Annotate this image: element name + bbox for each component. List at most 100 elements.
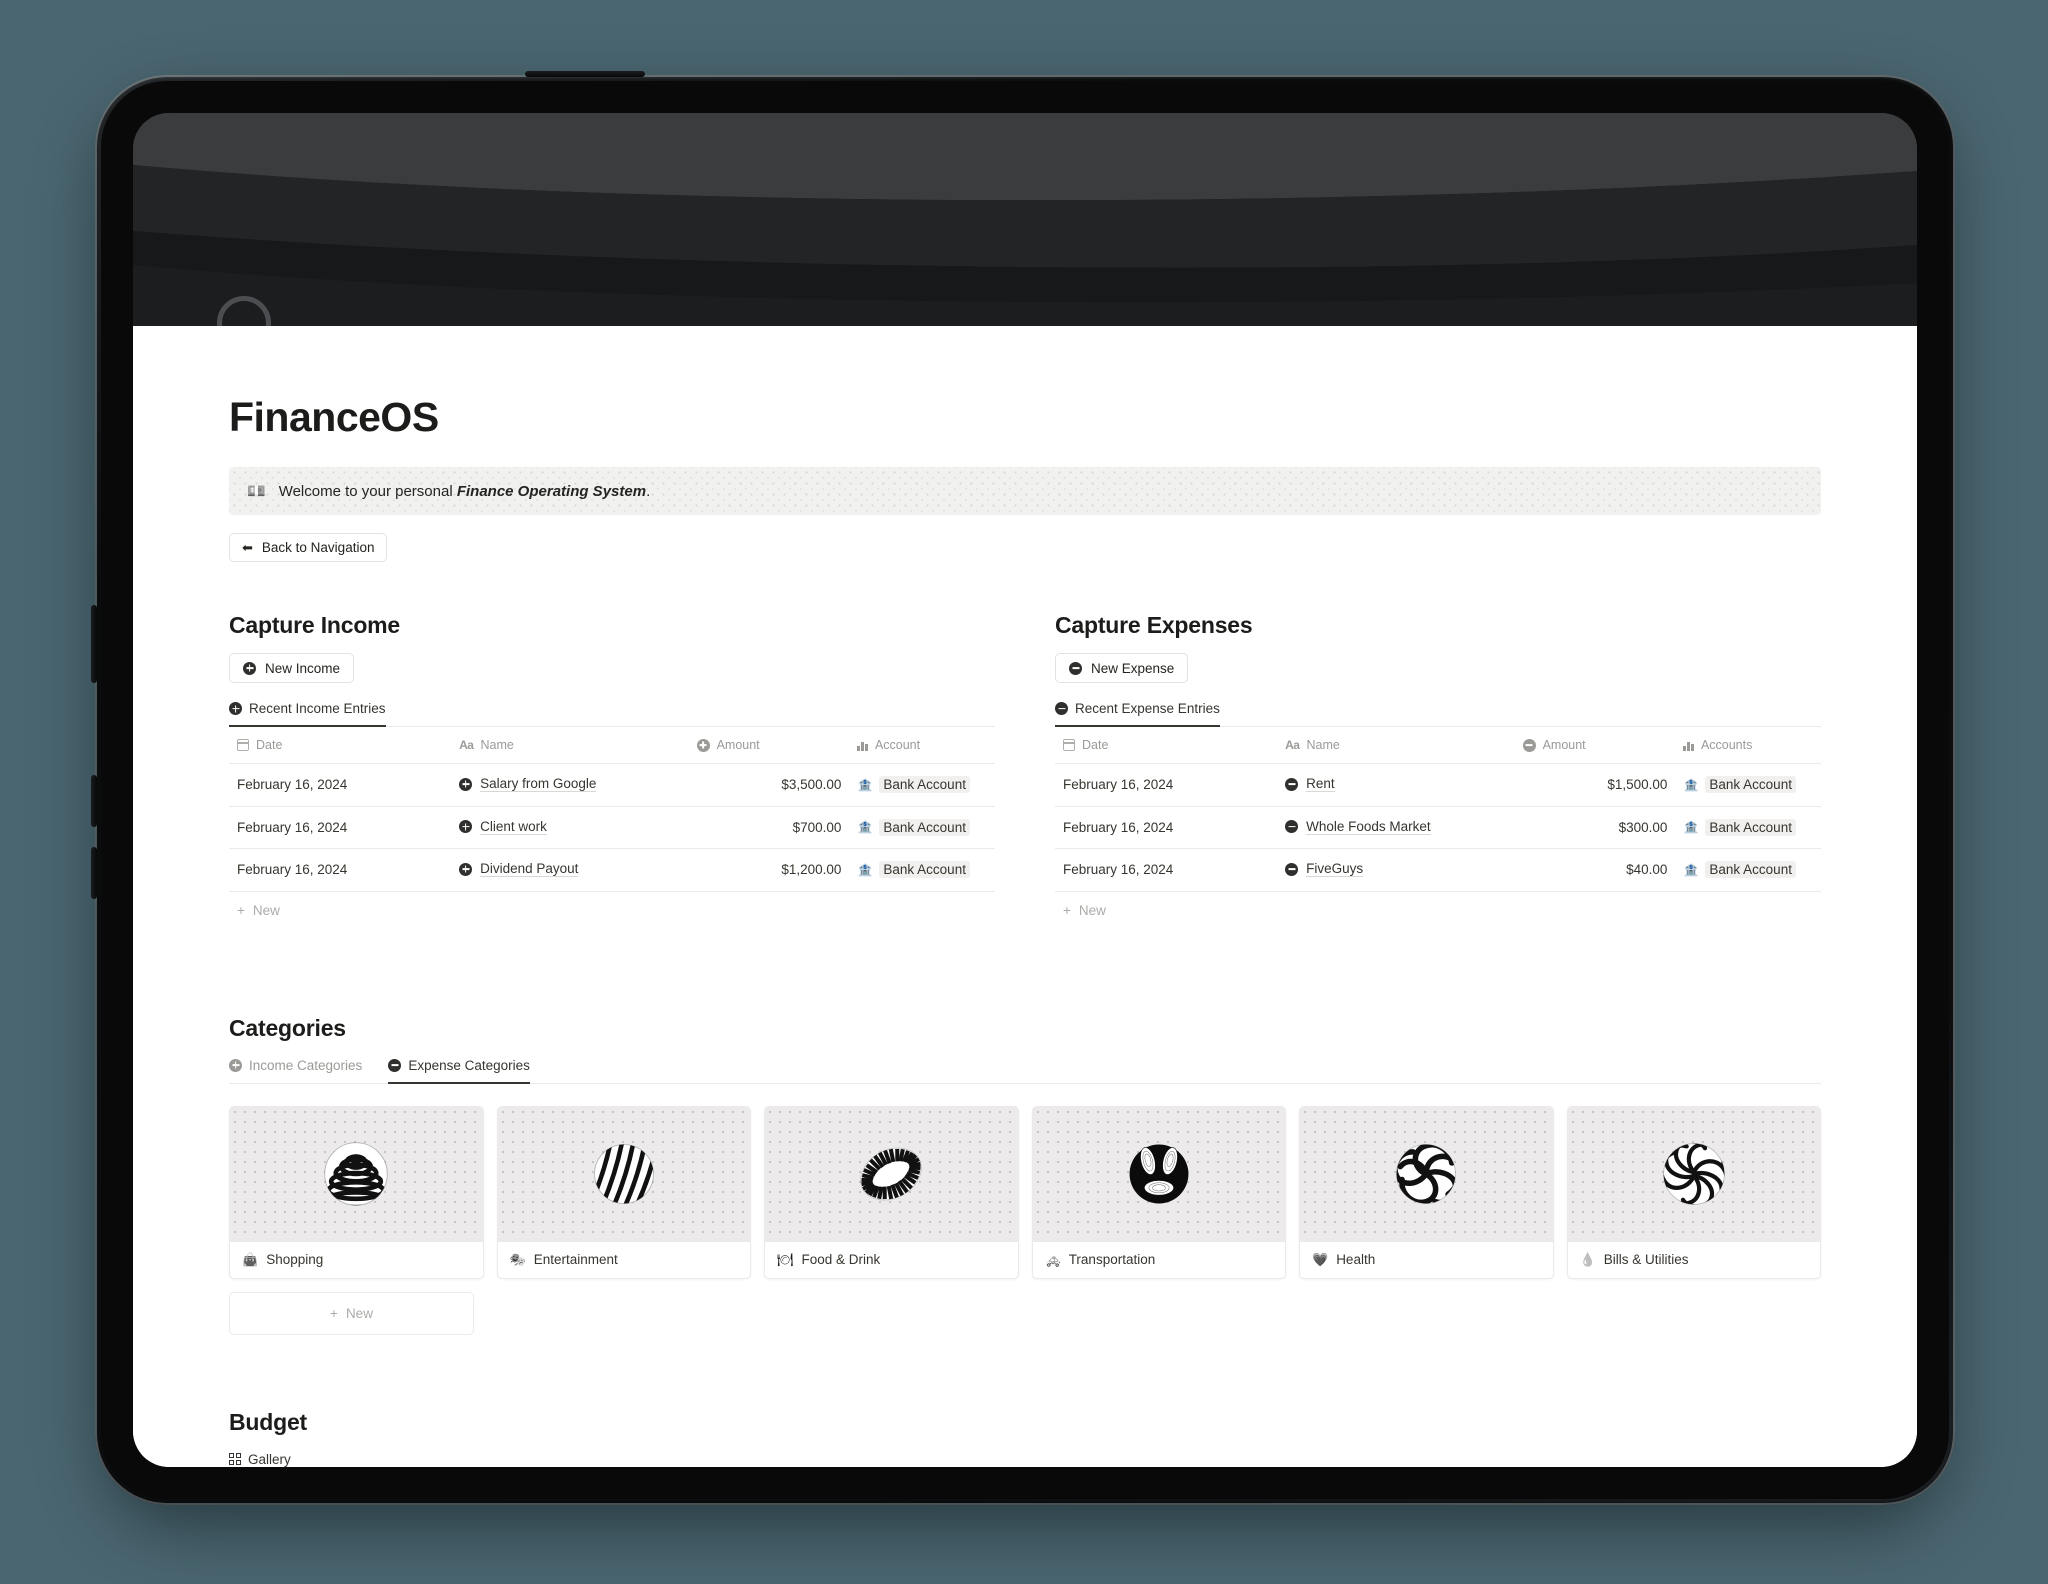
category-thumbnail <box>230 1106 483 1242</box>
category-card-health[interactable]: 💗 Health <box>1299 1105 1554 1279</box>
expense-cell-account[interactable]: 🏦 Bank Account <box>1675 806 1821 849</box>
table-row[interactable]: February 16, 2024 FiveGuys $40.00 🏦 Bank … <box>1055 848 1821 892</box>
bar-chart-icon <box>857 740 868 751</box>
categories-tabs: Income Categories Expense Categories <box>229 1058 1821 1084</box>
category-card-bills-utilities[interactable]: 💧 Bills & Utilities <box>1566 1105 1821 1279</box>
minus-circle-icon <box>1069 661 1082 675</box>
expense-cell-account[interactable]: 🏦 Bank Account <box>1675 848 1821 892</box>
minus-circle-icon <box>388 1058 402 1072</box>
capture-income-heading: Capture Income <box>229 612 401 638</box>
car-icon: 🚕 <box>1044 1251 1061 1267</box>
expense-new-row-label: New <box>1078 902 1106 918</box>
expense-cell-account[interactable]: 🏦 Bank Account <box>1675 763 1821 807</box>
bank-icon: 🏦 <box>857 777 873 792</box>
power-button-top[interactable] <box>525 71 645 77</box>
gallery-tab-label: Gallery <box>248 1451 291 1467</box>
category-footer: 🚕 Transportation <box>1033 1242 1286 1278</box>
table-row[interactable]: February 16, 2024 Salary from Google $3,… <box>229 763 995 807</box>
category-thumbnail <box>1032 1106 1285 1242</box>
expense-cell-date: February 16, 2024 <box>1055 763 1278 807</box>
category-card-transportation[interactable]: 🚕 Transportation <box>1031 1105 1286 1279</box>
minus-circle-icon <box>1285 777 1299 791</box>
expense-cell-name[interactable]: FiveGuys <box>1277 848 1515 892</box>
income-col-name[interactable]: Aa Name <box>451 727 689 764</box>
income-cell-amount: $3,500.00 <box>688 763 850 807</box>
spiral-swirl-art <box>1396 1143 1457 1204</box>
trefoil-disc-art <box>1129 1144 1189 1203</box>
plus-icon: + <box>330 1305 338 1321</box>
categories-heading: Categories <box>229 1014 346 1041</box>
budget-section: Budget Gallery 🔌 Fixed Costs <box>229 1409 1821 1468</box>
expense-col-amount[interactable]: Amount <box>1514 727 1676 764</box>
expense-col-accounts[interactable]: Accounts <box>1675 727 1821 764</box>
table-row[interactable]: February 16, 2024 Rent $1,500.00 🏦 Bank A… <box>1055 763 1821 807</box>
income-cell-account[interactable]: 🏦 Bank Account <box>849 848 995 892</box>
new-category-button[interactable]: + New <box>229 1291 474 1335</box>
income-new-row-label: New <box>252 902 280 918</box>
expense-col-date[interactable]: Date <box>1055 727 1278 764</box>
income-cell-date: February 16, 2024 <box>229 806 452 849</box>
expense-cell-date: February 16, 2024 <box>1055 806 1278 849</box>
income-col-amount[interactable]: Amount <box>688 727 850 764</box>
budget-heading: Budget <box>229 1408 308 1435</box>
side-button-1[interactable] <box>91 605 97 683</box>
category-card-shopping[interactable]: 👜 Shopping <box>229 1105 484 1279</box>
table-row[interactable]: February 16, 2024 Client work $700.00 🏦 B… <box>229 806 995 849</box>
text-aa-icon: Aa <box>1285 738 1300 752</box>
tab-recent-income-entries[interactable]: Recent Income Entries <box>229 701 386 727</box>
income-cell-account[interactable]: 🏦 Bank Account <box>849 806 995 849</box>
expense-cell-amount: $40.00 <box>1514 848 1676 892</box>
capture-expenses-column: Capture Expenses New Expense Recent Expe… <box>1055 612 1821 929</box>
food-icon: 🍽 <box>777 1251 794 1267</box>
page-cover <box>133 113 1917 326</box>
income-cell-account[interactable]: 🏦 Bank Account <box>849 763 995 807</box>
category-card-entertainment[interactable]: 🎭 Entertainment <box>496 1105 751 1279</box>
category-label: Health <box>1336 1252 1376 1267</box>
page-title: FinanceOS <box>229 394 439 440</box>
income-new-row-button[interactable]: + New <box>229 892 995 929</box>
budget-view-tabs: Gallery <box>229 1452 1821 1468</box>
shopping-bag-icon: 👜 <box>242 1251 259 1267</box>
expense-view-tabs: Recent Expense Entries <box>1055 701 1821 727</box>
tab-expense-categories[interactable]: Expense Categories <box>388 1058 530 1084</box>
income-cell-name[interactable]: Salary from Google <box>451 763 689 807</box>
expense-col-name[interactable]: Aa Name <box>1277 727 1515 764</box>
expense-cell-name[interactable]: Whole Foods Market <box>1277 806 1515 849</box>
categories-section: Categories Income Categories Expense Cat… <box>229 1015 1821 1335</box>
back-to-navigation-button[interactable]: ⬅ Back to Navigation <box>229 533 388 562</box>
expense-header-row: Date Aa Name Amount Accounts <box>1055 727 1821 764</box>
expense-cell-amount: $1,500.00 <box>1514 763 1676 807</box>
expense-cell-date: February 16, 2024 <box>1055 848 1278 892</box>
page-content: FinanceOS 💵 Welcome to your personal Fin… <box>133 394 1917 1467</box>
expense-cell-name[interactable]: Rent <box>1277 763 1515 807</box>
income-tab-label: Recent Income Entries <box>249 701 386 716</box>
tab-gallery[interactable]: Gallery <box>229 1452 291 1468</box>
income-col-date[interactable]: Date <box>229 727 452 764</box>
category-footer: 💗 Health <box>1300 1242 1553 1278</box>
expense-table-head: Date Aa Name Amount Accounts <box>1055 727 1821 764</box>
income-cell-name[interactable]: Dividend Payout <box>451 848 689 892</box>
plus-circle-icon <box>243 661 256 675</box>
heart-icon: 💗 <box>1312 1251 1329 1267</box>
plus-icon: + <box>1063 902 1071 918</box>
tab-income-categories[interactable]: Income Categories <box>229 1058 362 1084</box>
tab-recent-expense-entries[interactable]: Recent Expense Entries <box>1055 701 1220 727</box>
expense-table: Date Aa Name Amount Accounts February 16,… <box>1055 727 1821 892</box>
category-card-food-drink[interactable]: 🍽 Food & Drink <box>764 1105 1019 1279</box>
plus-icon: + <box>237 902 245 918</box>
volume-up-button[interactable] <box>91 775 97 827</box>
bank-icon: 🏦 <box>857 820 873 835</box>
new-income-button[interactable]: New Income <box>229 653 355 683</box>
category-label: Bills & Utilities <box>1603 1252 1689 1267</box>
table-row[interactable]: February 16, 2024 Whole Foods Market $30… <box>1055 806 1821 849</box>
expense-new-row-button[interactable]: + New <box>1055 892 1821 929</box>
volume-down-button[interactable] <box>91 847 97 899</box>
bank-icon: 🏦 <box>857 862 873 877</box>
callout-text: Welcome to your personal Finance Operati… <box>278 482 651 500</box>
income-cell-name[interactable]: Client work <box>451 806 689 849</box>
table-row[interactable]: February 16, 2024 Dividend Payout $1,200… <box>229 848 995 892</box>
new-expense-button[interactable]: New Expense <box>1055 653 1189 683</box>
income-col-account[interactable]: Account <box>849 727 995 764</box>
device-body: FinanceOS 💵 Welcome to your personal Fin… <box>91 71 1955 1505</box>
category-label: Food & Drink <box>801 1252 881 1267</box>
